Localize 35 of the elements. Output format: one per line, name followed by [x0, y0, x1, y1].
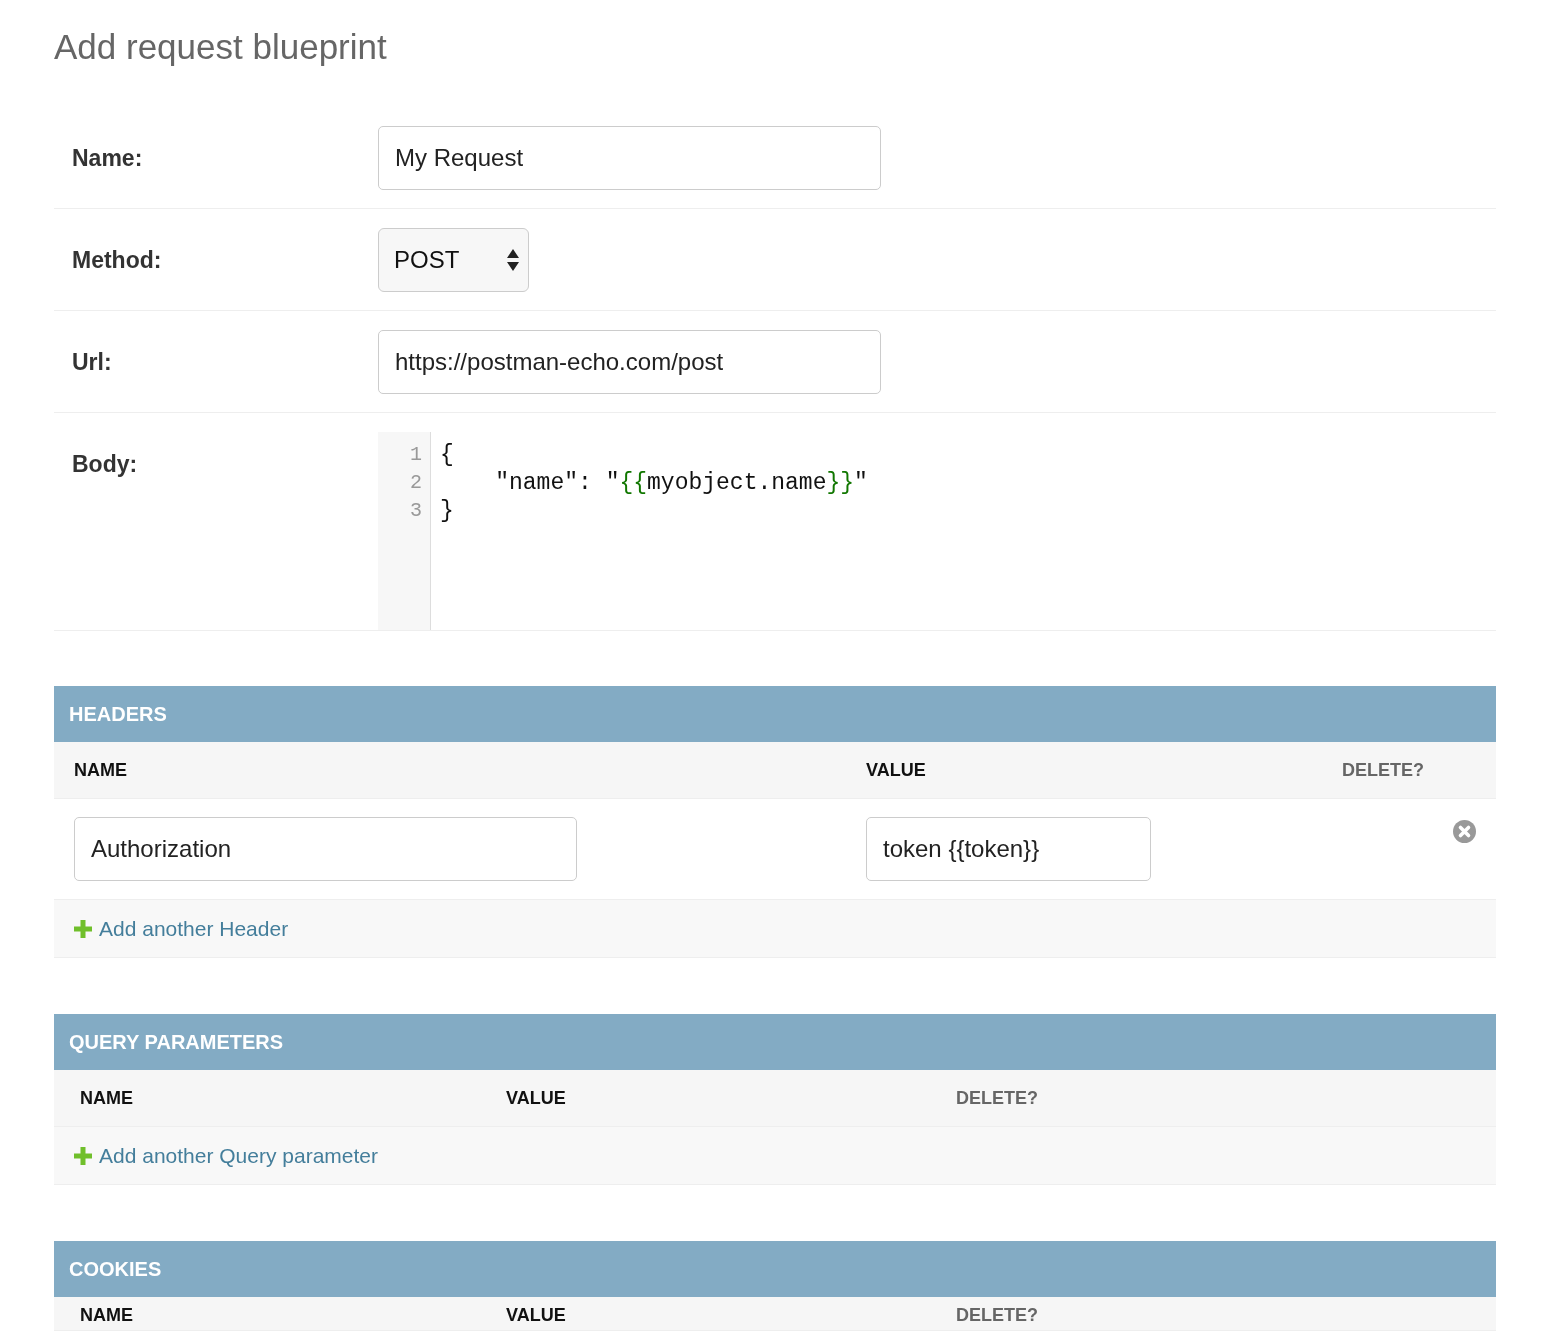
add-link[interactable]: Add another Header	[74, 916, 289, 941]
line-number: 3	[410, 498, 422, 524]
line-number: 1	[410, 442, 422, 468]
column-header: VALUE	[866, 760, 926, 780]
line-number: 2	[410, 470, 422, 496]
field-label: Url:	[72, 349, 112, 375]
add-link[interactable]: Add another Query parameter	[74, 1143, 378, 1168]
column-header: VALUE	[506, 1305, 566, 1325]
column-header: NAME	[80, 1088, 133, 1108]
plus-icon	[74, 1146, 92, 1165]
section-title: QUERY PARAMETERS	[69, 1030, 284, 1054]
url-field[interactable]: https://postman-echo.com/post	[378, 330, 881, 394]
column-header: VALUE	[506, 1088, 566, 1108]
code-line: "name": "{{myobject.name}}"	[494, 469, 868, 497]
code-line: {	[440, 441, 454, 469]
code-line: }	[440, 497, 454, 525]
delete-link[interactable]	[1453, 820, 1476, 843]
field-label: Method:	[72, 247, 162, 273]
column-header: NAME	[80, 1305, 133, 1325]
header-name-field[interactable]: Authorization	[74, 817, 577, 881]
field-label: Name:	[72, 145, 143, 171]
field-label: Body:	[72, 451, 138, 477]
name-field[interactable]: My Request	[378, 126, 881, 190]
section-title: HEADERS	[69, 702, 167, 726]
page-title: Add request blueprint	[54, 26, 387, 68]
method-select[interactable]: POST	[378, 228, 529, 292]
close-icon	[1453, 820, 1476, 843]
plus-icon	[74, 919, 92, 938]
section-title: COOKIES	[69, 1257, 162, 1281]
column-header: DELETE?	[1342, 760, 1424, 780]
column-header: DELETE?	[956, 1305, 1038, 1325]
column-header: NAME	[74, 760, 127, 780]
column-header: DELETE?	[956, 1088, 1038, 1108]
header-value-field[interactable]: token {{token}}	[866, 817, 1151, 881]
up-down-arrows-icon	[507, 249, 519, 271]
